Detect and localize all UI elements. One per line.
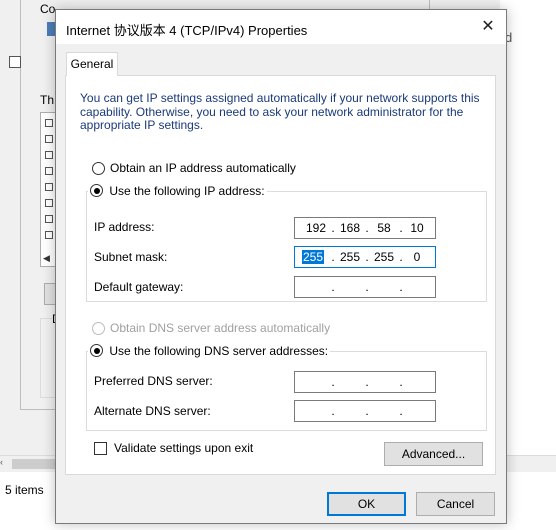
cancel-button[interactable]: Cancel <box>416 492 495 516</box>
use-following-dns-label[interactable]: Use the following DNS server addresses: <box>109 344 328 358</box>
subnet-mask-label: Subnet mask: <box>94 250 168 264</box>
ip-dot: . <box>365 280 369 294</box>
validate-settings-label[interactable]: Validate settings upon exit <box>114 441 253 455</box>
obtain-ip-auto-radio[interactable] <box>92 162 105 175</box>
use-following-ip-radio[interactable] <box>90 184 103 197</box>
ip-octet-3[interactable]: 58 <box>370 221 398 235</box>
this-connection-label: Th <box>40 93 55 107</box>
list-item-checkbox[interactable] <box>45 183 53 191</box>
ip-dot: . <box>399 404 403 418</box>
list-item-checkbox[interactable] <box>45 167 53 175</box>
obtain-ip-auto-label[interactable]: Obtain an IP address automatically <box>110 161 296 175</box>
ip-address-input[interactable]: 192 . 168 . 58 . 10 <box>294 217 436 239</box>
subnet-octet-4[interactable]: 0 <box>403 250 431 264</box>
default-gateway-label: Default gateway: <box>94 280 184 294</box>
scroll-left-icon[interactable]: ◀ <box>43 253 50 264</box>
intro-description: You can get IP settings assigned automat… <box>80 91 480 132</box>
alternate-dns-label: Alternate DNS server: <box>94 404 211 418</box>
close-icon[interactable]: ✕ <box>474 14 502 40</box>
ip-dot: . <box>331 404 335 418</box>
list-item-checkbox[interactable] <box>45 215 53 223</box>
ok-button[interactable]: OK <box>327 492 406 516</box>
ip-address-label: IP address: <box>94 220 155 234</box>
ip-dot: . <box>331 375 335 389</box>
use-following-ip-caption: Use the following IP address: <box>88 184 267 198</box>
explorer-content-area <box>500 0 556 455</box>
use-following-dns-radio[interactable] <box>90 344 103 357</box>
use-following-ip-label[interactable]: Use the following IP address: <box>109 184 264 198</box>
tab-general[interactable]: General <box>66 52 118 76</box>
status-item-count: 5 items <box>5 483 44 497</box>
subnet-octet-1[interactable]: 255 <box>302 250 324 264</box>
default-gateway-input[interactable]: . . . <box>294 276 436 298</box>
ip-octet-2[interactable]: 168 <box>336 221 364 235</box>
validate-settings-checkbox[interactable] <box>94 442 107 455</box>
list-item-checkbox[interactable] <box>45 119 53 127</box>
list-item-checkbox[interactable] <box>45 151 53 159</box>
subnet-octet-2[interactable]: 255 <box>336 250 364 264</box>
ip-dot: . <box>331 280 335 294</box>
scroll-left-arrow-icon[interactable]: ‹ <box>0 457 3 467</box>
checkbox-icon[interactable] <box>9 56 21 68</box>
list-item-checkbox[interactable] <box>45 199 53 207</box>
ip-octet-1[interactable]: 192 <box>302 221 330 235</box>
alternate-dns-input[interactable]: . . . <box>294 400 436 422</box>
preferred-dns-label: Preferred DNS server: <box>94 374 213 388</box>
subnet-mask-input[interactable]: 255 . 255 . 255 . 0 <box>294 246 436 268</box>
general-tab-panel: You can get IP settings assigned automat… <box>65 75 496 475</box>
ip-dot: . <box>365 404 369 418</box>
ipv4-properties-dialog: Internet 协议版本 4 (TCP/IPv4) Properties ✕ … <box>55 9 507 524</box>
preferred-dns-input[interactable]: . . . <box>294 371 436 393</box>
advanced-button[interactable]: Advanced... <box>384 442 483 466</box>
list-item-checkbox[interactable] <box>45 231 53 239</box>
list-item-checkbox[interactable] <box>45 135 53 143</box>
dialog-title: Internet 协议版本 4 (TCP/IPv4) Properties <box>66 23 308 38</box>
subnet-octet-3[interactable]: 255 <box>370 250 398 264</box>
use-following-dns-caption: Use the following DNS server addresses: <box>88 344 331 358</box>
ip-dot: . <box>399 280 403 294</box>
ip-octet-4[interactable]: 10 <box>403 221 431 235</box>
connect-using-label: Co <box>40 2 56 16</box>
title-bar[interactable]: Internet 协议版本 4 (TCP/IPv4) Properties ✕ <box>56 10 506 44</box>
ip-dot: . <box>399 375 403 389</box>
obtain-dns-auto-label[interactable]: Obtain DNS server address automatically <box>110 321 330 335</box>
ip-dot: . <box>365 375 369 389</box>
obtain-dns-auto-radio[interactable] <box>92 322 105 335</box>
